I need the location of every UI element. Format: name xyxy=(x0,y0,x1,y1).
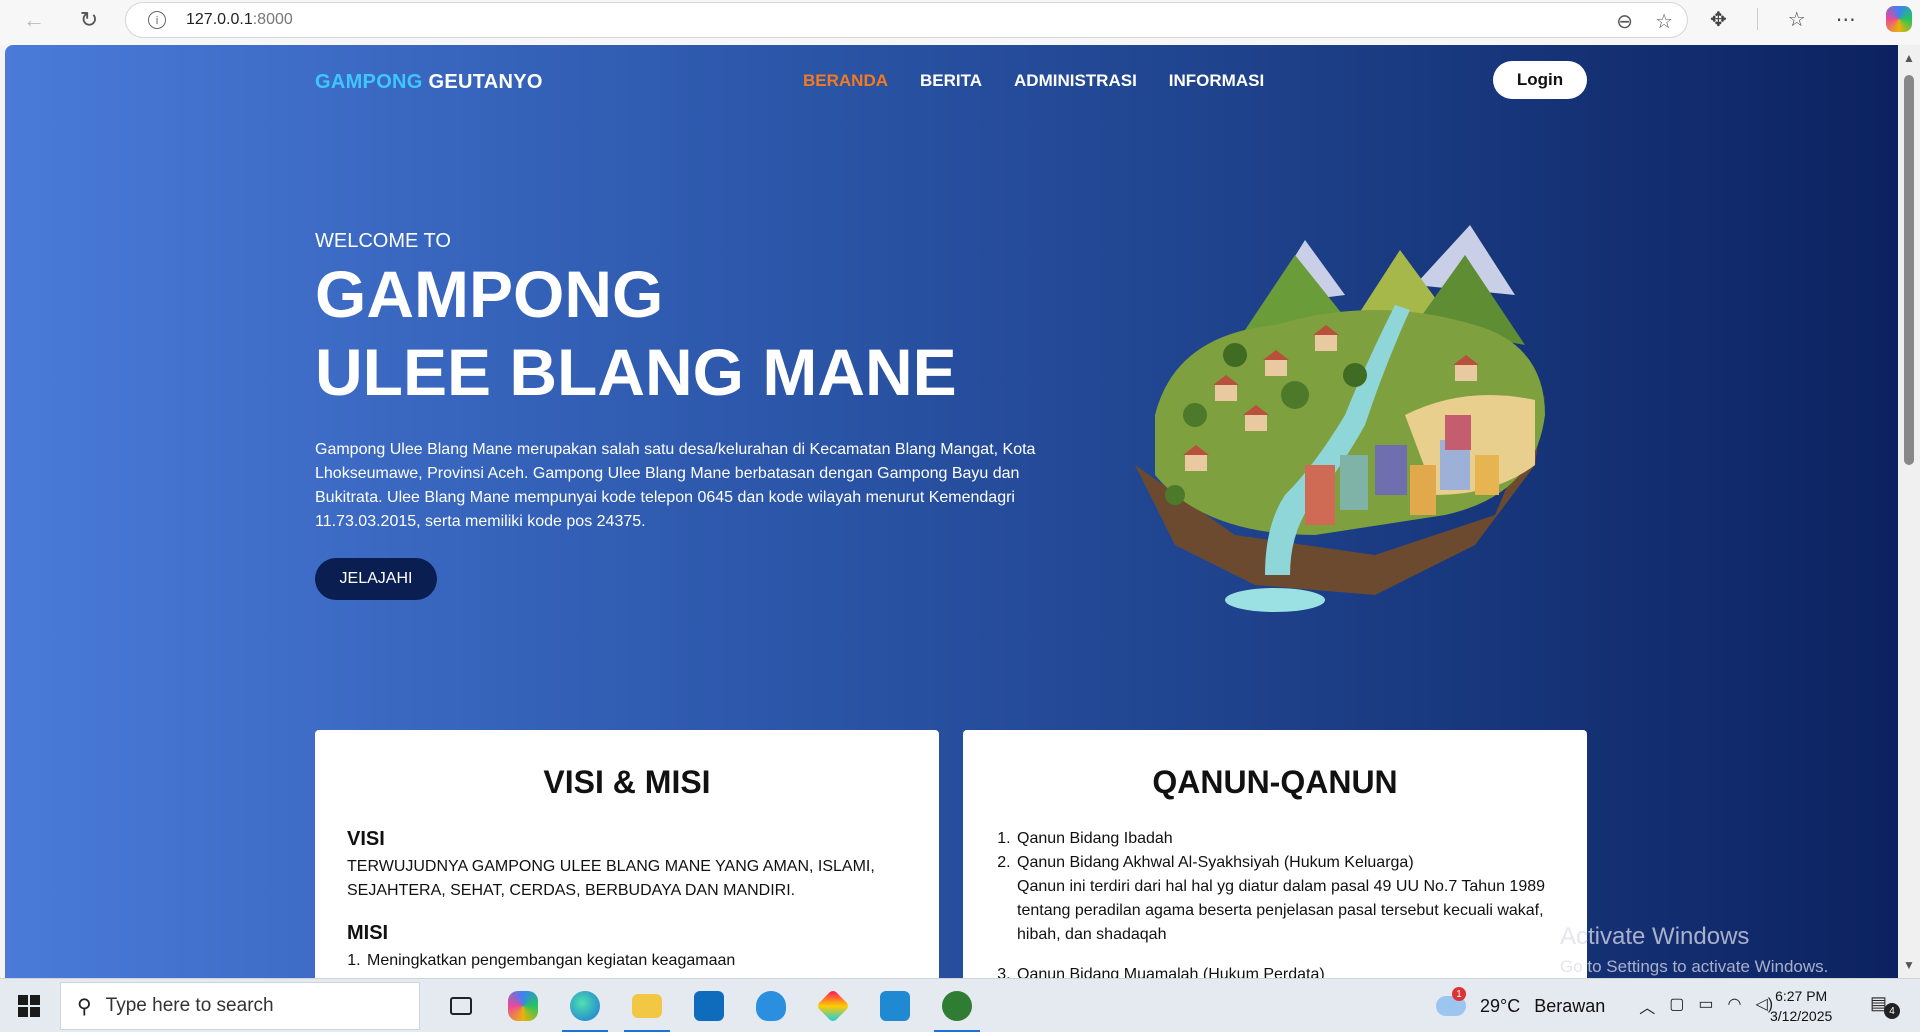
more-menu-icon[interactable]: ⋯ xyxy=(1836,7,1856,32)
list-item: Qanun Bidang Muamalah (Hukum Perdata) xyxy=(1015,963,1555,978)
site-brand[interactable]: GAMPONG GEUTANYO xyxy=(315,71,543,94)
visi-heading: VISI xyxy=(347,828,385,850)
url-text: 127.0.0.1:8000 xyxy=(186,11,293,29)
task-view-icon[interactable] xyxy=(430,979,492,1032)
notification-center-icon[interactable]: ▤ 4 xyxy=(1870,993,1900,1019)
copilot-icon[interactable] xyxy=(1885,6,1912,32)
scroll-up-arrow-icon[interactable]: ▲ xyxy=(1903,51,1915,65)
scrollbar-thumb[interactable] xyxy=(1904,75,1914,465)
app-gem-icon[interactable] xyxy=(802,979,864,1032)
reload-icon[interactable]: ↻ xyxy=(75,6,103,34)
extensions-icon[interactable]: ✥ xyxy=(1710,7,1727,32)
weather-cloud-icon[interactable]: 1 xyxy=(1436,987,1466,1016)
visi-misi-title: VISI & MISI xyxy=(543,764,711,800)
main-nav: BERANDA BERITA ADMINISTRASI INFORMASI xyxy=(803,71,1264,91)
weather-text[interactable]: Berawan xyxy=(1534,996,1605,1017)
app-hs-icon[interactable] xyxy=(926,979,988,1032)
search-placeholder: Type here to search xyxy=(105,995,274,1016)
clock-date: 3/12/2025 xyxy=(1770,1008,1833,1024)
qanun-item-title: Qanun Bidang Akhwal Al-Syakhsiyah (Hukum… xyxy=(1017,854,1414,871)
list-item: Meningkatkan pengembangan kegiatan keaga… xyxy=(365,949,907,973)
notification-count: 4 xyxy=(1884,1003,1900,1019)
login-button[interactable]: Login xyxy=(1493,61,1587,99)
taskbar-search[interactable]: ⚲ Type here to search xyxy=(60,982,420,1030)
brand-part-2: GEUTANYO xyxy=(428,71,543,93)
explore-button[interactable]: JELAJAHI xyxy=(315,558,437,600)
nav-administrasi[interactable]: ADMINISTRASI xyxy=(1014,71,1137,91)
copilot-app-icon[interactable] xyxy=(492,979,554,1032)
windows-start-icon[interactable] xyxy=(18,995,40,1017)
nav-beranda[interactable]: BERANDA xyxy=(803,71,888,91)
favorite-star-icon[interactable]: ☆ xyxy=(1655,9,1673,34)
edge-icon[interactable] xyxy=(554,979,616,1032)
url-host: 127.0.0.1 xyxy=(186,11,253,28)
meet-now-icon[interactable]: ▢ xyxy=(1669,994,1684,1018)
list-item: Qanun Bidang Ibadah xyxy=(1015,827,1555,851)
wifi-icon[interactable]: ◠ xyxy=(1728,994,1742,1018)
misi-heading: MISI xyxy=(347,922,389,944)
site-info-icon[interactable]: i xyxy=(148,11,166,29)
hero-description: Gampong Ulee Blang Mane merupakan salah … xyxy=(315,441,1036,530)
brand-part-1: GAMPONG xyxy=(315,71,423,93)
clock-time: 6:27 PM xyxy=(1775,988,1828,1004)
hero-title-line-1: GAMPONG xyxy=(315,257,664,331)
qanun-item-title: Qanun Bidang Muamalah (Hukum Perdata) xyxy=(1017,966,1325,978)
outlook-icon[interactable] xyxy=(678,979,740,1032)
back-arrow-icon[interactable]: ← xyxy=(20,6,48,34)
taskbar-pinned-apps xyxy=(430,979,988,1032)
zoom-icon[interactable]: ⊖ xyxy=(1616,9,1633,34)
list-item: Qanun Bidang Akhwal Al-Syakhsiyah (Hukum… xyxy=(1015,851,1555,947)
page-viewport: GAMPONG GEUTANYO BERANDA BERITA ADMINIST… xyxy=(5,45,1898,978)
search-icon: ⚲ xyxy=(77,995,92,1018)
scroll-down-arrow-icon[interactable]: ▼ xyxy=(1903,958,1915,972)
chevron-up-icon[interactable]: ︿ xyxy=(1639,994,1655,1018)
hero-title: GAMPONG ULEE BLANG MANE xyxy=(315,255,957,411)
qanun-list: Qanun Bidang Ibadah Qanun Bidang Akhwal … xyxy=(995,827,1555,978)
hero-welcome: WELCOME TO xyxy=(315,230,451,252)
qanun-item-description: Qanun ini terdiri dari hal hal yg diatur… xyxy=(1017,878,1546,943)
qanun-title: QANUN-QANUN xyxy=(1152,764,1398,800)
windows-taskbar: ⚲ Type here to search 1 29°C Berawan ︿ ▢… xyxy=(0,978,1920,1032)
address-bar[interactable]: i 127.0.0.1:8000 ⊖ ☆ xyxy=(125,2,1688,38)
activate-windows-watermark: Activate Windows Go to Settings to activ… xyxy=(1560,923,1828,977)
toolbar-divider xyxy=(1756,8,1758,30)
qanun-card: QANUN-QANUN Qanun Bidang Ibadah Qanun Bi… xyxy=(963,730,1587,978)
taskbar-clock[interactable]: 6:27 PM 3/12/2025 xyxy=(1770,986,1832,1026)
hero-title-line-2: ULEE BLANG MANE xyxy=(315,335,957,409)
watermark-line-1: Activate Windows xyxy=(1560,923,1750,950)
file-explorer-icon[interactable] xyxy=(616,979,678,1032)
browser-toolbar: ← ↻ i 127.0.0.1:8000 ⊖ ☆ ✥ ☆ ⋯ xyxy=(0,0,1920,45)
url-port: :8000 xyxy=(252,11,293,28)
qanun-item-title: Qanun Bidang Ibadah xyxy=(1017,830,1173,847)
battery-icon[interactable]: ▭ xyxy=(1698,994,1713,1018)
temperature[interactable]: 29°C xyxy=(1480,996,1520,1017)
system-tray: 1 29°C Berawan ︿ ▢ ▭ ◠ ◁) xyxy=(1436,979,1773,1032)
watermark-line-2: Go to Settings to activate Windows. xyxy=(1560,957,1829,976)
vscode-icon[interactable] xyxy=(864,979,926,1032)
nav-berita[interactable]: BERITA xyxy=(920,71,982,91)
favorites-icon[interactable]: ☆ xyxy=(1788,7,1806,32)
visi-misi-card: VISI & MISI VISI TERWUJUDNYA GAMPONG ULE… xyxy=(315,730,939,978)
app-blue-icon[interactable] xyxy=(740,979,802,1032)
page-scrollbar[interactable]: ▲ ▼ xyxy=(1898,45,1920,978)
weather-badge: 1 xyxy=(1452,987,1466,1001)
visi-text: TERWUJUDNYA GAMPONG ULEE BLANG MANE YANG… xyxy=(347,858,875,899)
misi-list: Meningkatkan pengembangan kegiatan keaga… xyxy=(347,949,907,973)
nav-informasi[interactable]: INFORMASI xyxy=(1169,71,1264,91)
village-island-illustration xyxy=(1135,225,1545,612)
